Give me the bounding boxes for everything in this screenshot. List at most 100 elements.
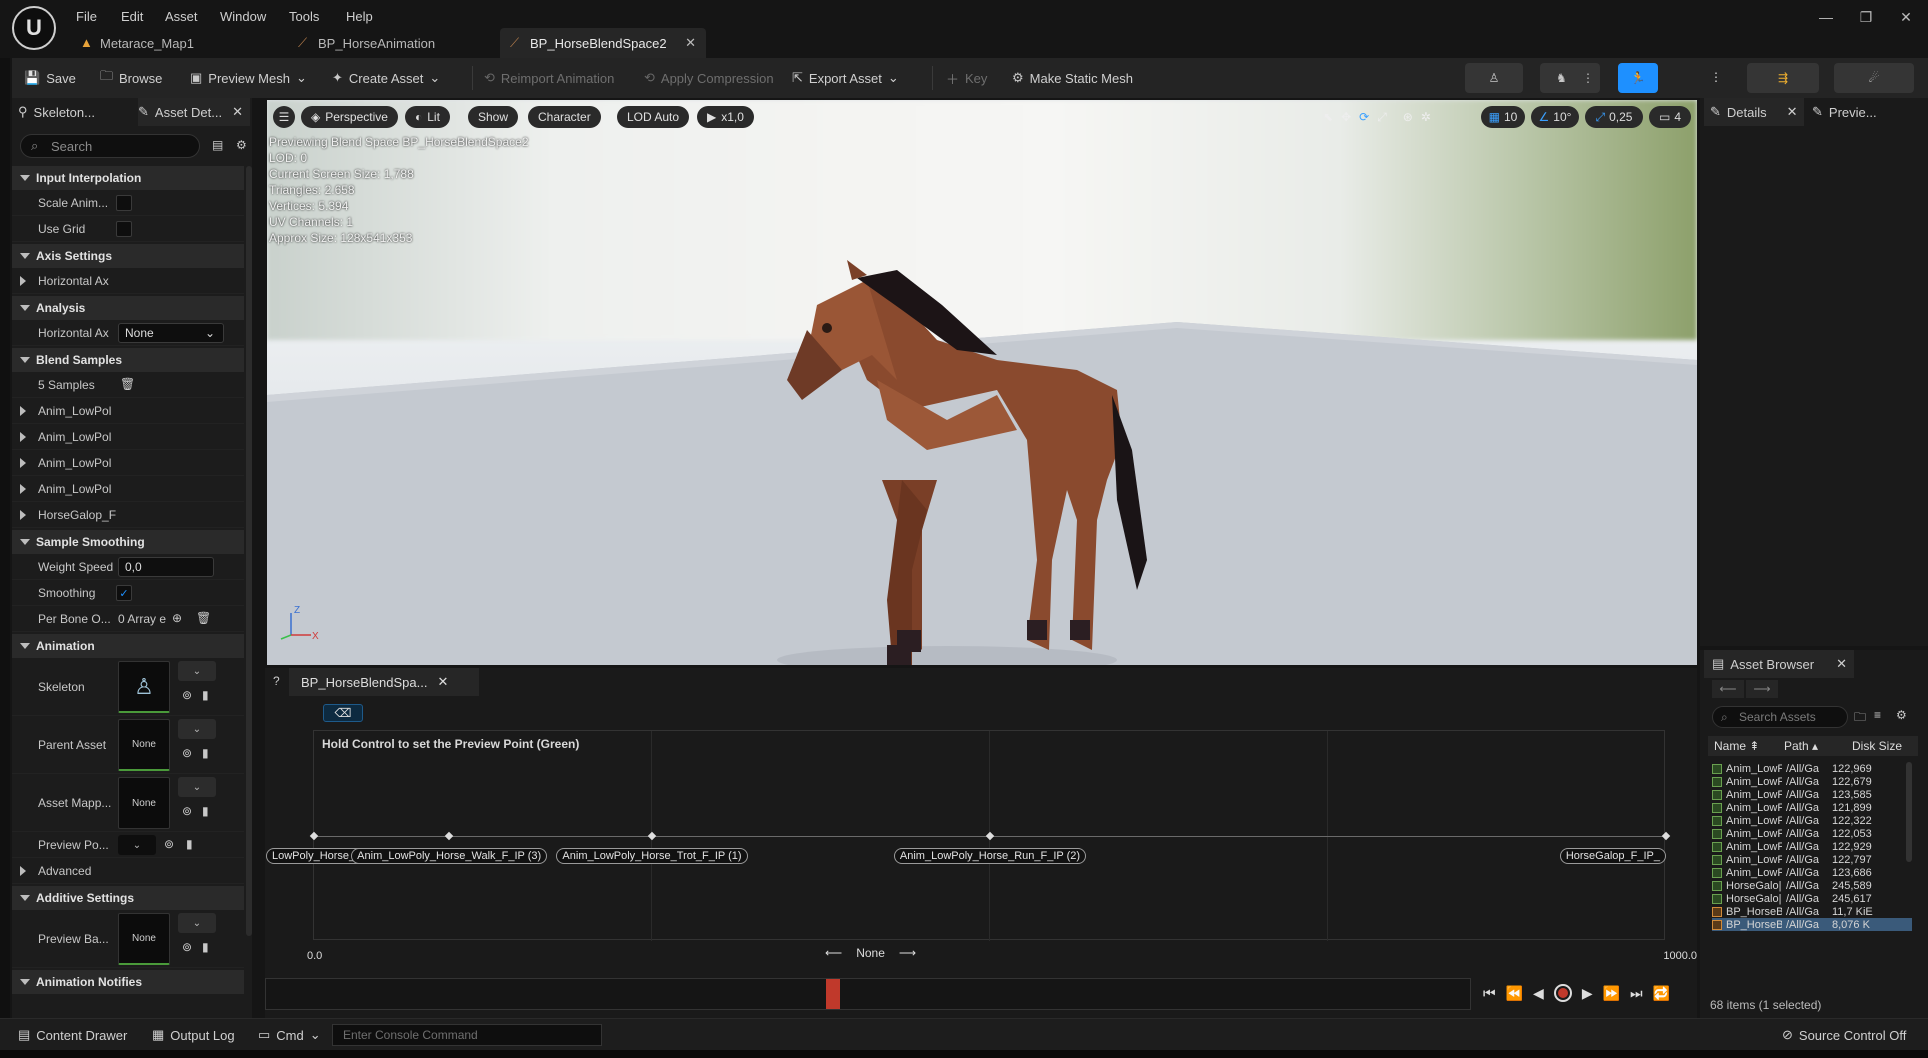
- surface-snap-icon[interactable]: ✲: [1421, 110, 1431, 124]
- lod-button[interactable]: LOD Auto: [617, 106, 690, 128]
- section-input-interpolation[interactable]: Input Interpolation: [12, 166, 244, 190]
- prop-sample-2[interactable]: Anim_LowPol: [12, 424, 244, 450]
- section-axis-settings[interactable]: Axis Settings: [12, 244, 244, 268]
- content-drawer-button[interactable]: ▤ Content Drawer: [18, 1019, 127, 1051]
- timeline-scrubber[interactable]: [265, 978, 1471, 1010]
- gear-icon[interactable]: ⚙: [236, 138, 247, 152]
- section-analysis[interactable]: Analysis: [12, 296, 244, 320]
- perspective-button[interactable]: ◈ Perspective: [301, 106, 398, 128]
- play-icon[interactable]: ▶: [1582, 985, 1593, 1002]
- physics-mode-button[interactable]: ☄: [1834, 63, 1914, 93]
- details-search-input[interactable]: ⌕ Search: [20, 134, 200, 158]
- close-tab-icon[interactable]: ✕: [437, 674, 448, 690]
- prop-sample-5[interactable]: HorseGalop_F: [12, 502, 244, 528]
- blueprint-mode-button[interactable]: ⇶: [1747, 63, 1819, 93]
- close-tab-icon[interactable]: ✕: [1836, 656, 1847, 672]
- sample-point[interactable]: [1661, 831, 1671, 841]
- tab-details[interactable]: ✎ Details ✕: [1704, 98, 1804, 126]
- menu-asset[interactable]: Asset: [165, 9, 198, 24]
- column-path[interactable]: Path ▴: [1784, 739, 1818, 753]
- tab-asset-details[interactable]: ✎ Asset Det... ✕: [138, 98, 250, 126]
- skeleton-asset-picker[interactable]: ⌄: [178, 661, 216, 681]
- skeleton-mode-button[interactable]: ♙: [1465, 63, 1523, 93]
- step-back-icon[interactable]: ⏪: [1506, 985, 1523, 1002]
- use-grid-checkbox[interactable]: [116, 221, 132, 237]
- tab-preview-settings[interactable]: ✎ Previe...: [1812, 98, 1922, 126]
- loop-icon[interactable]: 🔁: [1653, 985, 1670, 1002]
- preview-base-thumbnail[interactable]: None: [118, 913, 170, 965]
- back-button[interactable]: ⟵: [1712, 680, 1744, 698]
- section-additive-settings[interactable]: Additive Settings: [12, 886, 244, 910]
- column-name[interactable]: Name ⇞: [1714, 739, 1759, 753]
- asset-row[interactable]: Anim_LowF/All/Ga 121,899: [1712, 801, 1912, 814]
- output-log-button[interactable]: ▦ Output Log: [152, 1019, 235, 1051]
- section-animation[interactable]: Animation: [12, 634, 244, 658]
- menu-tools[interactable]: Tools: [289, 9, 319, 24]
- asset-row[interactable]: Anim_LowF/All/Ga 123,686: [1712, 866, 1912, 879]
- step-forward-icon[interactable]: ⏩: [1603, 985, 1620, 1002]
- asset-list-scrollbar[interactable]: [1906, 762, 1912, 862]
- lit-button[interactable]: ◐ Lit: [405, 106, 450, 128]
- world-local-icon[interactable]: ⊛: [1403, 110, 1413, 124]
- preview-viewport[interactable]: ☰ ◈ Perspective ◐ Lit Show Character LOD A…: [267, 100, 1697, 665]
- browse-icon[interactable]: ⊚: [182, 746, 192, 760]
- filter-icon[interactable]: ≡: [1874, 708, 1881, 722]
- sample-point[interactable]: [985, 831, 995, 841]
- more-options-icon[interactable]: ⋮: [1582, 71, 1594, 85]
- browse-icon[interactable]: ⊚: [164, 837, 174, 851]
- sample-label[interactable]: HorseGalop_F_IP_: [1559, 848, 1666, 864]
- blendspace-grid[interactable]: Hold Control to set the Preview Point (G…: [266, 730, 1671, 941]
- prop-sample-1[interactable]: Anim_LowPol: [12, 398, 244, 424]
- prop-sample-3[interactable]: Anim_LowPol: [12, 450, 244, 476]
- use-selected-icon[interactable]: ▮: [202, 746, 209, 760]
- close-tab-icon[interactable]: ✕: [685, 35, 696, 51]
- menu-window[interactable]: Window: [220, 9, 266, 24]
- key-button[interactable]: ＋ Key: [946, 58, 987, 98]
- help-icon[interactable]: ?: [273, 674, 280, 688]
- asset-row[interactable]: Anim_LowF/All/Ga 123,585: [1712, 788, 1912, 801]
- use-selected-icon[interactable]: ▮: [186, 837, 193, 851]
- forward-button[interactable]: ⟶: [1746, 680, 1778, 698]
- console-input[interactable]: Enter Console Command: [332, 1024, 602, 1046]
- asset-row[interactable]: BP_HorseB/All/Ga 8,076 K: [1712, 918, 1912, 931]
- browse-icon[interactable]: ⊚: [182, 940, 192, 954]
- sample-label[interactable]: Anim_LowPoly_Horse_Walk_F_IP (3): [351, 848, 548, 864]
- parent-asset-thumbnail[interactable]: None: [118, 719, 170, 771]
- asset-row[interactable]: Anim_LowF/All/Ga 122,679: [1712, 775, 1912, 788]
- table-view-icon[interactable]: ▤: [212, 138, 223, 152]
- prop-advanced[interactable]: Advanced: [12, 858, 244, 884]
- preview-base-picker[interactable]: ⌄: [178, 913, 216, 933]
- sample-point[interactable]: [444, 831, 454, 841]
- trash-icon[interactable]: 🗑: [196, 611, 211, 625]
- minimize-icon[interactable]: —: [1806, 6, 1846, 28]
- add-element-icon[interactable]: ⊕: [172, 611, 182, 625]
- parent-asset-picker[interactable]: ⌄: [178, 719, 216, 739]
- asset-row[interactable]: Anim_LowF/All/Ga 122,969: [1712, 762, 1912, 775]
- section-blend-samples[interactable]: Blend Samples: [12, 348, 244, 372]
- trash-icon[interactable]: 🗑: [120, 377, 135, 391]
- make-static-mesh-button[interactable]: ⚙ Make Static Mesh: [1012, 58, 1133, 98]
- menu-edit[interactable]: Edit: [121, 9, 143, 24]
- details-scrollbar[interactable]: [246, 166, 252, 936]
- record-button[interactable]: [1553, 984, 1572, 1002]
- sample-point[interactable]: [309, 831, 319, 841]
- play-reverse-icon[interactable]: ◀: [1533, 985, 1544, 1002]
- unreal-logo-icon[interactable]: U: [12, 6, 56, 50]
- tab-bp-horseblendspace2[interactable]: ⟋ BP_HorseBlendSpace2 ✕: [500, 28, 706, 58]
- character-button[interactable]: Character: [528, 106, 601, 128]
- prop-sample-4[interactable]: Anim_LowPol: [12, 476, 244, 502]
- asset-row[interactable]: BP_HorseB/All/Ga 11,7 KiE: [1712, 905, 1912, 918]
- apply-compression-button[interactable]: ⟲ Apply Compression: [644, 58, 774, 98]
- cmd-dropdown[interactable]: ▭ Cmd ⌄: [258, 1019, 321, 1051]
- tab-metarace-map1[interactable]: ▲ Metarace_Map1: [70, 28, 290, 58]
- playback-speed-button[interactable]: ▶ x1,0: [697, 106, 754, 128]
- prop-horizontal-axis[interactable]: Horizontal Ax: [12, 268, 244, 294]
- camera-speed-button[interactable]: ▭ 4: [1649, 106, 1691, 128]
- rotate-icon[interactable]: ⟳: [1359, 110, 1369, 124]
- browse-icon[interactable]: ⊚: [182, 804, 192, 818]
- skip-to-start-icon[interactable]: ⏮: [1483, 985, 1496, 1002]
- snap-to-grid-toggle[interactable]: ⌫: [323, 704, 363, 722]
- menu-file[interactable]: File: [76, 9, 97, 24]
- animation-mode-button[interactable]: 🏃: [1618, 63, 1658, 93]
- scale-anim-checkbox[interactable]: [116, 195, 132, 211]
